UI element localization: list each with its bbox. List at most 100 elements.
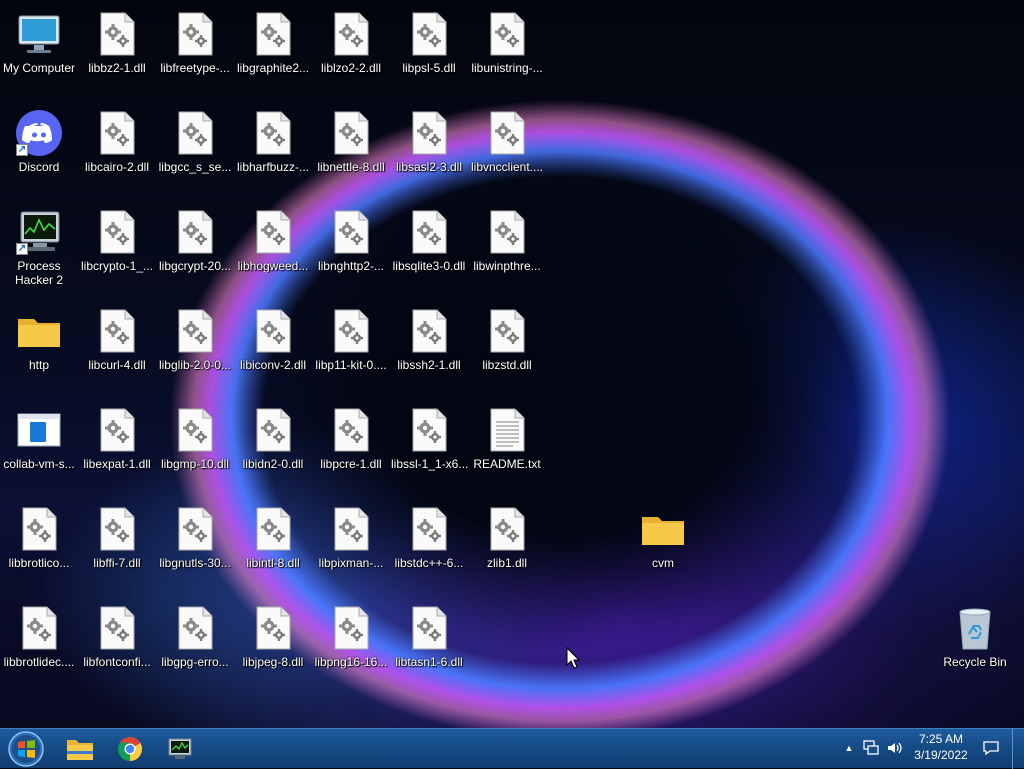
file-explorer-taskbar-button[interactable] bbox=[58, 731, 102, 767]
dll-gear-icon bbox=[405, 109, 453, 157]
dll-file[interactable]: zlib1.dll bbox=[468, 499, 546, 570]
taskbar: ▲ 7:25 AM 3/19/2022 bbox=[0, 728, 1024, 769]
dll-file[interactable]: libglib-2.0-0... bbox=[156, 301, 234, 372]
dll-gear-icon bbox=[171, 307, 219, 355]
show-hidden-icons-button[interactable]: ▲ bbox=[840, 739, 858, 757]
icon-label: libgraphite2... bbox=[236, 61, 310, 75]
dll-file[interactable]: libcurl-4.dll bbox=[78, 301, 156, 372]
icon-label: libpng16-16... bbox=[314, 655, 388, 669]
dll-gear-icon bbox=[171, 208, 219, 256]
dll-file[interactable]: libgcc_s_se... bbox=[156, 103, 234, 174]
process-hacker-shortcut[interactable]: ↗ Process Hacker 2 bbox=[0, 202, 78, 287]
dll-file[interactable]: libbz2-1.dll bbox=[78, 4, 156, 75]
dll-file[interactable]: libpsl-5.dll bbox=[390, 4, 468, 75]
dll-file[interactable]: libiconv-2.dll bbox=[234, 301, 312, 372]
icon-label: libbrotlico... bbox=[8, 556, 70, 570]
dll-gear-icon bbox=[327, 505, 375, 553]
dll-gear-icon bbox=[93, 109, 141, 157]
readme-file[interactable]: README.txt bbox=[468, 400, 546, 471]
chrome-icon bbox=[118, 737, 143, 761]
dll-file[interactable]: libunistring-... bbox=[468, 4, 546, 75]
dll-file[interactable]: liblzo2-2.dll bbox=[312, 4, 390, 75]
dll-file[interactable]: libpng16-16... bbox=[312, 598, 390, 669]
dll-gear-icon bbox=[15, 505, 63, 553]
icon-label: Discord bbox=[18, 160, 60, 174]
application-icon bbox=[15, 406, 63, 454]
dll-file[interactable]: libgmp-10.dll bbox=[156, 400, 234, 471]
collab-vm-file[interactable]: collab-vm-s... bbox=[0, 400, 78, 471]
dll-file[interactable]: libzstd.dll bbox=[468, 301, 546, 372]
dll-file[interactable]: libssh2-1.dll bbox=[390, 301, 468, 372]
icon-label: libidn2-0.dll bbox=[242, 457, 304, 471]
dll-file[interactable]: libgpg-erro... bbox=[156, 598, 234, 669]
icon-label: README.txt bbox=[473, 457, 541, 471]
clock-date: 3/19/2022 bbox=[914, 748, 968, 762]
dll-gear-icon bbox=[249, 208, 297, 256]
dll-file[interactable]: libidn2-0.dll bbox=[234, 400, 312, 471]
dll-gear-icon bbox=[93, 505, 141, 553]
network-icon[interactable] bbox=[862, 739, 880, 757]
icon-label: libcairo-2.dll bbox=[84, 160, 150, 174]
icon-label: libssh2-1.dll bbox=[397, 358, 461, 372]
icon-label: libp11-kit-0.... bbox=[315, 358, 387, 372]
dll-file[interactable]: libbrotlidec.... bbox=[0, 598, 78, 669]
start-button[interactable] bbox=[4, 731, 48, 767]
dll-file[interactable]: libexpat-1.dll bbox=[78, 400, 156, 471]
dll-file[interactable]: libharfbuzz-... bbox=[234, 103, 312, 174]
dll-file[interactable]: libgraphite2... bbox=[234, 4, 312, 75]
icon-label: libgnutls-30... bbox=[159, 556, 231, 570]
dll-file[interactable]: libsasl2-3.dll bbox=[390, 103, 468, 174]
dll-file[interactable]: libcairo-2.dll bbox=[78, 103, 156, 174]
dll-file[interactable]: libssl-1_1-x6... bbox=[390, 400, 468, 471]
dll-file[interactable]: libnettle-8.dll bbox=[312, 103, 390, 174]
dll-file[interactable]: libpcre-1.dll bbox=[312, 400, 390, 471]
chrome-taskbar-button[interactable] bbox=[108, 731, 152, 767]
dll-file[interactable]: libpixman-... bbox=[312, 499, 390, 570]
recycle-bin[interactable]: Recycle Bin bbox=[936, 598, 1014, 669]
dll-gear-icon bbox=[327, 307, 375, 355]
dll-file[interactable]: libstdc++-6... bbox=[390, 499, 468, 570]
dll-file[interactable]: libfontconfi... bbox=[78, 598, 156, 669]
cvm-folder[interactable]: cvm bbox=[624, 499, 702, 570]
dll-file[interactable]: libwinpthre... bbox=[468, 202, 546, 273]
icon-label: libssl-1_1-x6... bbox=[391, 457, 468, 471]
dll-file[interactable]: libgnutls-30... bbox=[156, 499, 234, 570]
dll-file[interactable]: libhogweed... bbox=[234, 202, 312, 273]
icon-label: libnettle-8.dll bbox=[317, 160, 385, 174]
dll-file[interactable]: libgcrypt-20... bbox=[156, 202, 234, 273]
dll-gear-icon bbox=[483, 10, 531, 58]
show-desktop-button[interactable] bbox=[1012, 729, 1024, 769]
icon-label: libgmp-10.dll bbox=[160, 457, 230, 471]
icon-label: libhogweed... bbox=[237, 259, 309, 273]
icon-label: libbrotlidec.... bbox=[3, 655, 75, 669]
dll-file[interactable]: libbrotlico... bbox=[0, 499, 78, 570]
dll-file[interactable]: libtasn1-6.dll bbox=[390, 598, 468, 669]
icon-label: zlib1.dll bbox=[486, 556, 528, 570]
my-computer-shortcut[interactable]: My Computer bbox=[0, 4, 78, 75]
clock[interactable]: 7:25 AM 3/19/2022 bbox=[908, 731, 974, 763]
dll-gear-icon bbox=[327, 10, 375, 58]
dll-file[interactable]: libp11-kit-0.... bbox=[312, 301, 390, 372]
dll-gear-icon bbox=[171, 604, 219, 652]
http-folder[interactable]: http bbox=[0, 301, 78, 372]
folder-icon bbox=[639, 505, 687, 553]
dll-file[interactable]: libsqlite3-0.dll bbox=[390, 202, 468, 273]
icon-label: libzstd.dll bbox=[482, 358, 532, 372]
action-center-icon[interactable] bbox=[982, 739, 1000, 757]
dll-file[interactable]: libfreetype-... bbox=[156, 4, 234, 75]
dll-file[interactable]: libcrypto-1_... bbox=[78, 202, 156, 273]
discord-shortcut[interactable]: ↗ Discord bbox=[0, 103, 78, 174]
dll-gear-icon bbox=[249, 10, 297, 58]
dll-file[interactable]: libffi-7.dll bbox=[78, 499, 156, 570]
process-hacker-taskbar-button[interactable] bbox=[158, 731, 202, 767]
dll-gear-icon bbox=[405, 505, 453, 553]
dll-gear-icon bbox=[405, 307, 453, 355]
dll-file[interactable]: libvncclient.... bbox=[468, 103, 546, 174]
dll-file[interactable]: libjpeg-8.dll bbox=[234, 598, 312, 669]
dll-file[interactable]: libnghttp2-... bbox=[312, 202, 390, 273]
dll-file[interactable]: libintl-8.dll bbox=[234, 499, 312, 570]
dll-gear-icon bbox=[405, 10, 453, 58]
clock-time: 7:25 AM bbox=[918, 732, 964, 746]
volume-icon[interactable] bbox=[886, 739, 904, 757]
icon-label: libtasn1-6.dll bbox=[395, 655, 463, 669]
